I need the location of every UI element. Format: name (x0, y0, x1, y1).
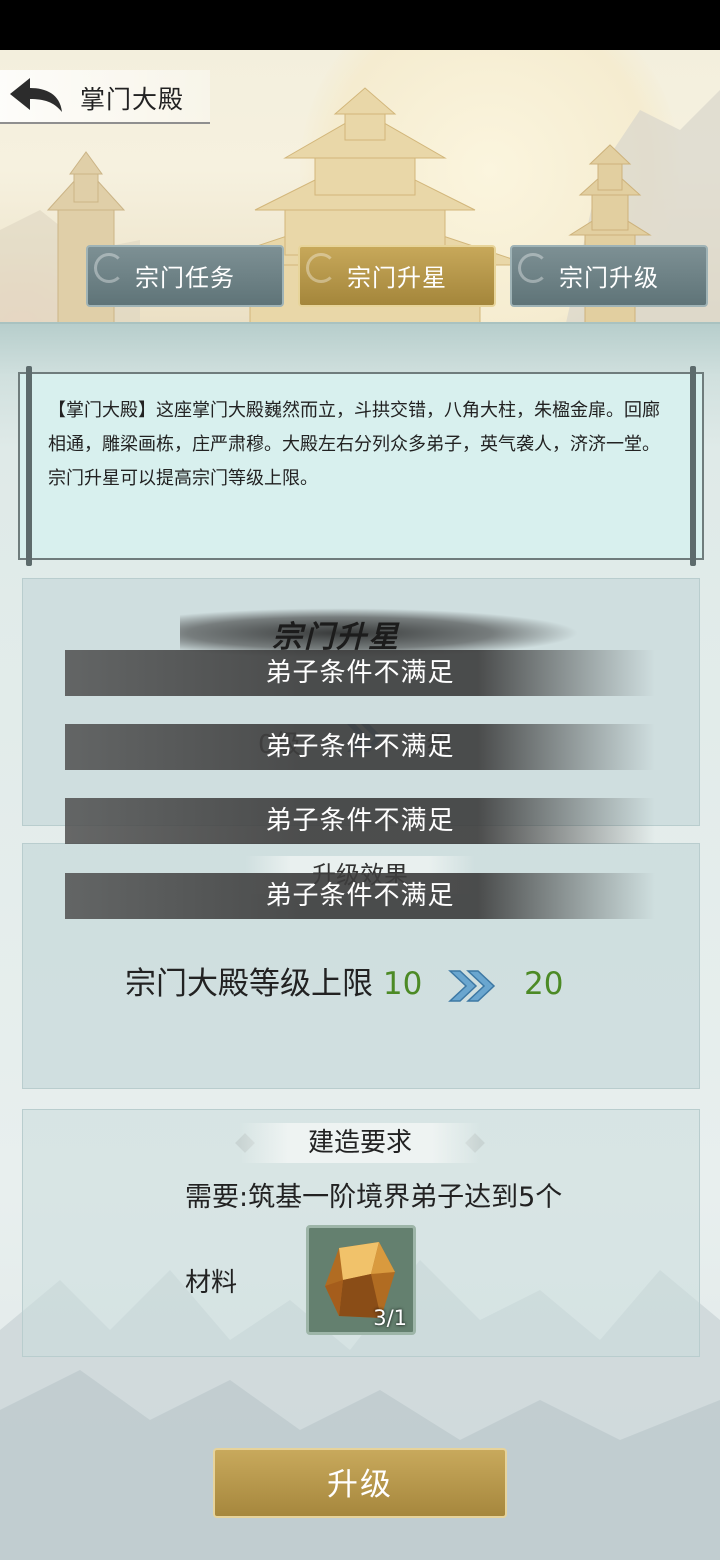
toast-message: 弟子条件不满足 (65, 873, 655, 919)
swirl-ornament-icon (94, 253, 124, 283)
toast-message: 弟子条件不满足 (65, 798, 655, 844)
requirement-text: 需要:筑基一阶境界弟子达到5个 (185, 1182, 563, 1213)
swirl-ornament-icon (518, 253, 548, 283)
page-title: 掌门大殿 (80, 85, 185, 114)
tab-sect-tasks[interactable]: 宗门任务 (86, 245, 284, 307)
back-arrow-icon (10, 78, 62, 112)
status-bar (0, 0, 720, 50)
requirements-header: 建造要求 (240, 1123, 480, 1163)
effect-label: 宗门大殿等级上限 (125, 966, 373, 1002)
effect-to-value: 20 (524, 966, 564, 1002)
material-slot[interactable]: 3/1 (306, 1225, 416, 1335)
description-scroll: 【掌门大殿】这座掌门大殿巍然而立，斗拱交错，八角大柱，朱楹金扉。回廊相通，雕梁画… (18, 366, 704, 566)
tab-sect-star-up[interactable]: 宗门升星 (298, 245, 496, 307)
swirl-ornament-icon (306, 253, 336, 283)
panel-top-border (0, 322, 720, 374)
tab-sect-upgrade[interactable]: 宗门升级 (510, 245, 708, 307)
effect-row: 宗门大殿等级上限 10 20 (125, 958, 563, 1003)
tab-label: 宗门升级 (559, 264, 659, 292)
description-note: 宗门升星可以提高宗门等级上限。 (48, 468, 318, 489)
material-count: 3/1 (373, 1306, 407, 1330)
tab-label: 宗门升星 (347, 264, 447, 292)
description-text: 【掌门大殿】这座掌门大殿巍然而立，斗拱交错，八角大柱，朱楹金扉。回廊相通，雕梁画… (48, 394, 668, 496)
effect-from-value: 10 (382, 966, 423, 1002)
material-label: 材料 (185, 1268, 238, 1298)
description-main: 【掌门大殿】这座掌门大殿巍然而立，斗拱交错，八角大柱，朱楹金扉。回廊相通，雕梁画… (48, 400, 660, 455)
back-button[interactable] (6, 72, 66, 120)
upgrade-button[interactable]: 升级 (213, 1448, 507, 1518)
tab-label: 宗门任务 (135, 264, 235, 292)
toast-message: 弟子条件不满足 (65, 650, 655, 696)
double-chevron-right-icon (448, 969, 496, 1002)
toast-message: 弟子条件不满足 (65, 724, 655, 770)
